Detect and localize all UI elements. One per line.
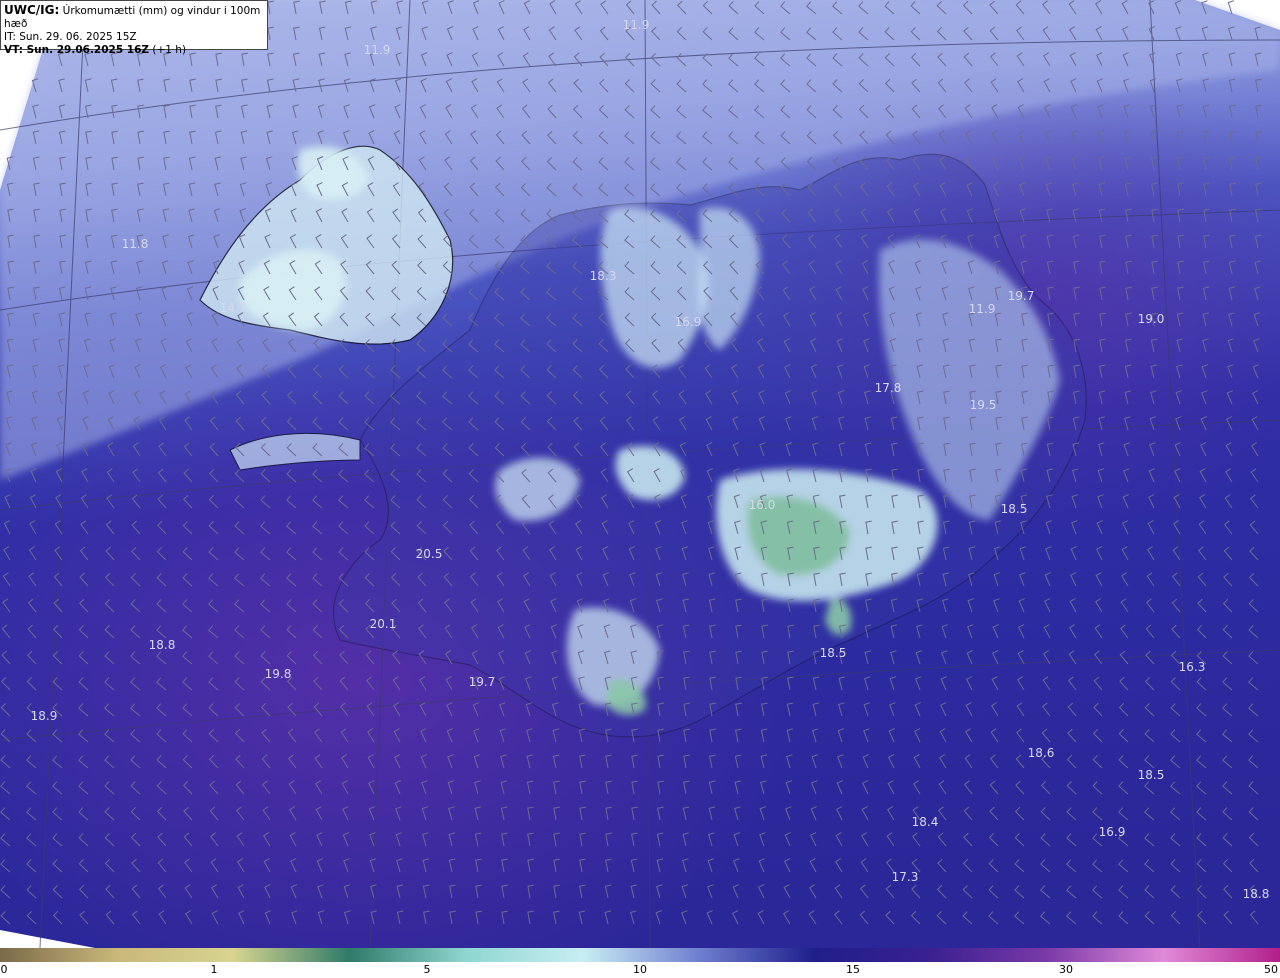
colorbar-tick-30: 30 bbox=[1059, 963, 1073, 976]
station-value-sw-sea-1: 18.8 bbox=[149, 638, 176, 652]
colorbar-tick-0: 0 bbox=[0, 963, 8, 976]
valid-time: VT: Sun. 29.06.2025 16Z bbox=[4, 44, 150, 56]
station-value-westfjords: 14.7 bbox=[220, 301, 247, 315]
station-value-northeast-2: 19.7 bbox=[1008, 289, 1035, 303]
station-value-west-sea: 11.8 bbox=[122, 237, 149, 251]
station-value-s-sea-1: 18.4 bbox=[912, 815, 939, 829]
station-value-interior-1: 17.8 bbox=[875, 381, 902, 395]
station-value-nw-sea-1: 11.9 bbox=[623, 18, 650, 32]
station-value-east-1: 19.5 bbox=[970, 398, 997, 412]
station-value-north-1: 18.3 bbox=[590, 269, 617, 283]
station-value-west-2: 20.1 bbox=[370, 617, 397, 631]
station-value-west-1: 20.5 bbox=[416, 547, 443, 561]
map-canvas: 11.9 11.9 11.8 14.7 18.3 16.9 11.9 19.7 19.0 17.8… bbox=[0, 0, 1280, 948]
colorbar-tick-5: 5 bbox=[423, 963, 431, 976]
station-value-se-sea-1: 16.3 bbox=[1179, 660, 1206, 674]
colorbar: 0 1 5 10 15 30 50 bbox=[0, 948, 1280, 978]
station-value-s-sea-2: 16.9 bbox=[1099, 825, 1126, 839]
station-value-south-1: 19.7 bbox=[469, 675, 496, 689]
colorbar-tick-10: 10 bbox=[633, 963, 647, 976]
station-value-east-sea: 19.0 bbox=[1138, 312, 1165, 326]
station-value-south-2: 18.5 bbox=[820, 646, 847, 660]
model-name: UWC/IG: bbox=[4, 3, 60, 17]
station-value-east-2: 18.5 bbox=[1001, 502, 1028, 516]
colorbar-tick-50: 50 bbox=[1264, 963, 1278, 976]
station-value-se-sea-3: 18.5 bbox=[1138, 768, 1165, 782]
station-value-sw-sea-3: 18.9 bbox=[31, 709, 58, 723]
station-value-vatna: 16.0 bbox=[749, 498, 776, 512]
station-value-se-sea-2: 18.6 bbox=[1028, 746, 1055, 760]
lead-time: (+1 h) bbox=[152, 44, 187, 56]
station-value-north-2: 16.9 bbox=[675, 315, 702, 329]
station-value-se-sea-4: 18.8 bbox=[1243, 887, 1270, 901]
station-value-sw-sea-2: 19.8 bbox=[265, 667, 292, 681]
colorbar-tick-15: 15 bbox=[846, 963, 860, 976]
station-value-nw-sea-2: 11.9 bbox=[364, 43, 391, 57]
colorbar-strip bbox=[0, 948, 1280, 962]
info-box: UWC/IG: Úrkomumætti (mm) og vindur i 100… bbox=[0, 0, 268, 56]
station-value-s-sea-3: 17.3 bbox=[892, 870, 919, 884]
station-value-northeast-1: 11.9 bbox=[969, 302, 996, 316]
colorbar-tick-1: 1 bbox=[210, 963, 218, 976]
init-time: IT: Sun. 29. 06. 2025 15Z bbox=[4, 31, 137, 43]
